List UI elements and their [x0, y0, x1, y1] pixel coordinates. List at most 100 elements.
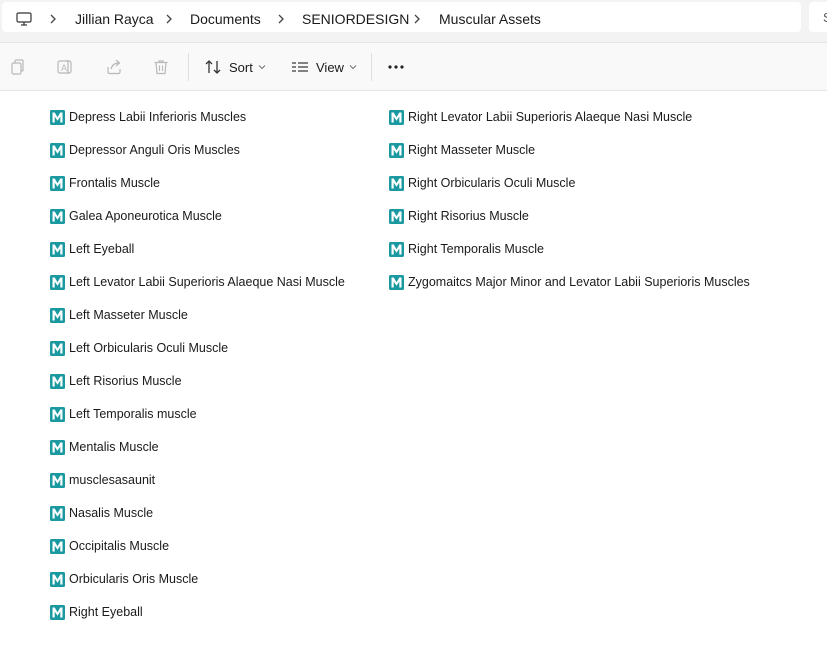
- search-box[interactable]: S: [809, 2, 827, 32]
- file-item[interactable]: Left Orbicularis Oculi Muscle: [50, 332, 345, 365]
- maya-file-icon: [50, 605, 65, 620]
- file-name: Right Temporalis Muscle: [408, 242, 544, 257]
- file-name: Mentalis Muscle: [69, 440, 159, 455]
- file-item[interactable]: Orbicularis Oris Muscle: [50, 563, 345, 596]
- more-icon[interactable]: [384, 55, 408, 79]
- svg-text:A: A: [61, 63, 67, 73]
- file-item[interactable]: Occipitalis Muscle: [50, 530, 345, 563]
- file-item[interactable]: Left Eyeball: [50, 233, 345, 266]
- file-item[interactable]: Right Risorius Muscle: [389, 200, 750, 233]
- file-column-1: Depress Labii Inferioris Muscles Depress…: [50, 101, 345, 629]
- breadcrumb-item-seniordesign[interactable]: SENIORDESIGN: [302, 11, 409, 27]
- file-explorer-window: Jillian Rayca Documents SENIORDESIGN Mus…: [0, 0, 827, 663]
- file-item[interactable]: Galea Aponeurotica Muscle: [50, 200, 345, 233]
- file-name: Left Temporalis muscle: [69, 407, 197, 422]
- view-button-label: View: [316, 59, 344, 75]
- file-name: Occipitalis Muscle: [69, 539, 170, 554]
- maya-file-icon: [389, 275, 404, 290]
- file-item[interactable]: Right Masseter Muscle: [389, 134, 750, 167]
- maya-file-icon: [389, 242, 404, 257]
- file-item[interactable]: Frontalis Muscle: [50, 167, 345, 200]
- maya-file-icon: [50, 473, 65, 488]
- maya-file-icon: [50, 209, 65, 224]
- file-name: Orbicularis Oris Muscle: [69, 572, 199, 587]
- file-name: Left Masseter Muscle: [69, 308, 188, 323]
- file-name: Right Eyeball: [69, 605, 143, 620]
- file-name: Right Levator Labii Superioris Alaeque N…: [408, 110, 693, 125]
- file-name: musclesasaunit: [69, 473, 156, 488]
- maya-file-icon: [50, 539, 65, 554]
- breadcrumb-item-documents[interactable]: Documents: [190, 11, 261, 27]
- file-name: Right Risorius Muscle: [408, 209, 529, 224]
- copy-icon[interactable]: [9, 58, 27, 76]
- chevron-right-icon[interactable]: [164, 12, 174, 26]
- breadcrumb-item-muscular-assets[interactable]: Muscular Assets: [439, 11, 541, 27]
- chevron-right-icon[interactable]: [276, 12, 286, 26]
- file-name: Zygomaitcs Major Minor and Levator Labii…: [408, 275, 750, 290]
- file-name: Left Orbicularis Oculi Muscle: [69, 341, 229, 356]
- file-item[interactable]: Right Levator Labii Superioris Alaeque N…: [389, 101, 750, 134]
- file-item[interactable]: Right Orbicularis Oculi Muscle: [389, 167, 750, 200]
- maya-file-icon: [50, 572, 65, 587]
- maya-file-icon: [50, 308, 65, 323]
- file-item[interactable]: Left Levator Labii Superioris Alaeque Na…: [50, 266, 345, 299]
- maya-file-icon: [50, 176, 65, 191]
- maya-file-icon: [50, 374, 65, 389]
- maya-file-icon: [50, 407, 65, 422]
- file-name: Nasalis Muscle: [69, 506, 154, 521]
- file-item[interactable]: Left Temporalis muscle: [50, 398, 345, 431]
- file-item[interactable]: Right Temporalis Muscle: [389, 233, 750, 266]
- file-item[interactable]: Mentalis Muscle: [50, 431, 345, 464]
- maya-file-icon: [50, 143, 65, 158]
- maya-file-icon: [50, 506, 65, 521]
- file-item[interactable]: Nasalis Muscle: [50, 497, 345, 530]
- sort-button[interactable]: Sort: [204, 55, 266, 79]
- file-item[interactable]: Depressor Anguli Oris Muscles: [50, 134, 345, 167]
- maya-file-icon: [389, 209, 404, 224]
- file-name: Depress Labii Inferioris Muscles: [69, 110, 247, 125]
- maya-file-icon: [50, 275, 65, 290]
- file-name: Galea Aponeurotica Muscle: [69, 209, 222, 224]
- file-name: Depressor Anguli Oris Muscles: [69, 143, 240, 158]
- trash-icon[interactable]: [152, 58, 170, 76]
- file-item[interactable]: Zygomaitcs Major Minor and Levator Labii…: [389, 266, 750, 299]
- maya-file-icon: [50, 242, 65, 257]
- maya-file-icon: [50, 110, 65, 125]
- maya-file-icon: [389, 110, 404, 125]
- sort-button-label: Sort: [229, 59, 253, 75]
- breadcrumb-item-jillian-rayca[interactable]: Jillian Rayca: [75, 11, 154, 27]
- toolbar-divider: [371, 53, 372, 81]
- toolbar-divider: [188, 53, 189, 81]
- address-bar: Jillian Rayca Documents SENIORDESIGN Mus…: [0, 0, 827, 43]
- file-item[interactable]: Depress Labii Inferioris Muscles: [50, 101, 345, 134]
- file-item[interactable]: Right Eyeball: [50, 596, 345, 629]
- chevron-down-icon: [258, 65, 266, 70]
- rename-icon[interactable]: A: [56, 58, 74, 76]
- sort-icon: [205, 60, 221, 74]
- maya-file-icon: [389, 176, 404, 191]
- file-name: Right Orbicularis Oculi Muscle: [408, 176, 576, 191]
- file-name: Left Risorius Muscle: [69, 374, 182, 389]
- maya-file-icon: [389, 143, 404, 158]
- computer-icon[interactable]: [16, 12, 32, 26]
- file-name: Frontalis Muscle: [69, 176, 160, 191]
- view-button[interactable]: View: [291, 55, 357, 79]
- chevron-right-icon[interactable]: [412, 12, 422, 26]
- file-column-2: Right Levator Labii Superioris Alaeque N…: [389, 101, 750, 299]
- command-bar: A Sort View: [0, 43, 827, 91]
- file-item[interactable]: Left Masseter Muscle: [50, 299, 345, 332]
- file-list: Depress Labii Inferioris Muscles Depress…: [0, 91, 827, 663]
- maya-file-icon: [50, 440, 65, 455]
- maya-file-icon: [50, 341, 65, 356]
- file-name: Left Eyeball: [69, 242, 135, 257]
- file-name: Left Levator Labii Superioris Alaeque Na…: [69, 275, 345, 290]
- chevron-down-icon: [349, 65, 357, 70]
- view-details-icon: [292, 62, 308, 72]
- chevron-right-icon[interactable]: [48, 12, 58, 26]
- file-name: Right Masseter Muscle: [408, 143, 536, 158]
- breadcrumb[interactable]: Jillian Rayca Documents SENIORDESIGN Mus…: [2, 2, 801, 32]
- search-box-label: S: [823, 10, 827, 25]
- file-item[interactable]: Left Risorius Muscle: [50, 365, 345, 398]
- file-item[interactable]: musclesasaunit: [50, 464, 345, 497]
- share-icon[interactable]: [105, 58, 123, 76]
